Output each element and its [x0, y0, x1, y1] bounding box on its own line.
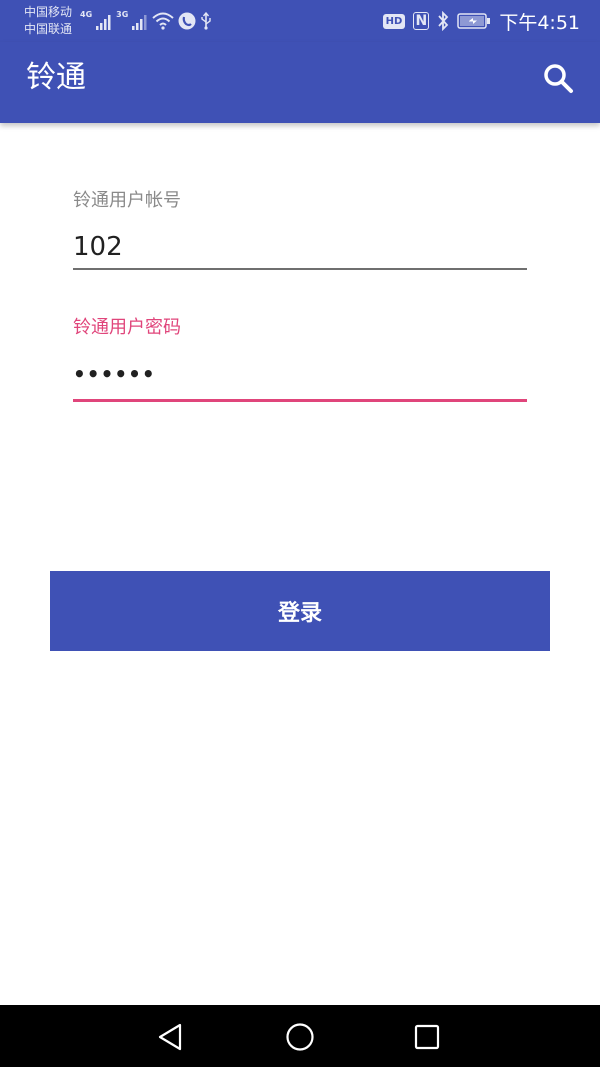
carrier-2: 中国联通	[24, 22, 73, 36]
carrier-info: 中国移动 中国联通	[24, 4, 72, 38]
password-label: 铃通用户密码	[73, 317, 181, 338]
login-button[interactable]: 登录	[50, 571, 550, 651]
app-notification-icon	[178, 12, 196, 30]
app-title: 铃通	[26, 60, 86, 95]
signal-strength-icon	[96, 14, 112, 30]
carrier-1: 中国移动	[24, 5, 73, 19]
home-icon	[286, 1023, 314, 1051]
recent-apps-icon	[414, 1024, 440, 1050]
account-input[interactable]: 102	[73, 230, 527, 264]
app-bar: 铃通	[0, 42, 600, 123]
status-bar: 中国移动 中国联通 4G 3G HD N 下午4:51	[0, 0, 600, 42]
password-field[interactable]: 铃通用户密码 ••••••	[73, 316, 527, 402]
account-underline	[73, 268, 527, 270]
search-icon	[544, 64, 573, 93]
back-icon	[158, 1023, 182, 1051]
nfc-icon: N	[413, 12, 430, 30]
search-button[interactable]	[538, 58, 578, 98]
bluetooth-icon	[437, 11, 449, 31]
signal-indicators: 4G 3G	[80, 10, 212, 30]
account-field[interactable]: 铃通用户帐号 102	[73, 189, 527, 270]
status-time: 下午4:51	[499, 11, 580, 34]
status-right-group: HD N 下午4:51	[382, 8, 580, 34]
battery-icon	[457, 13, 491, 29]
usb-icon	[200, 12, 212, 30]
network-type-2: 3G	[116, 10, 129, 19]
back-button[interactable]	[150, 1017, 190, 1057]
password-underline	[73, 399, 527, 402]
recent-apps-button[interactable]	[407, 1017, 447, 1057]
home-button[interactable]	[280, 1017, 320, 1057]
password-input[interactable]: ••••••	[73, 357, 527, 391]
signal-strength-icon	[132, 14, 148, 30]
network-type-1: 4G	[80, 10, 93, 19]
wifi-icon	[152, 12, 174, 30]
account-label: 铃通用户帐号	[73, 190, 181, 211]
navigation-bar	[0, 1005, 600, 1067]
hd-icon: HD	[382, 13, 406, 29]
